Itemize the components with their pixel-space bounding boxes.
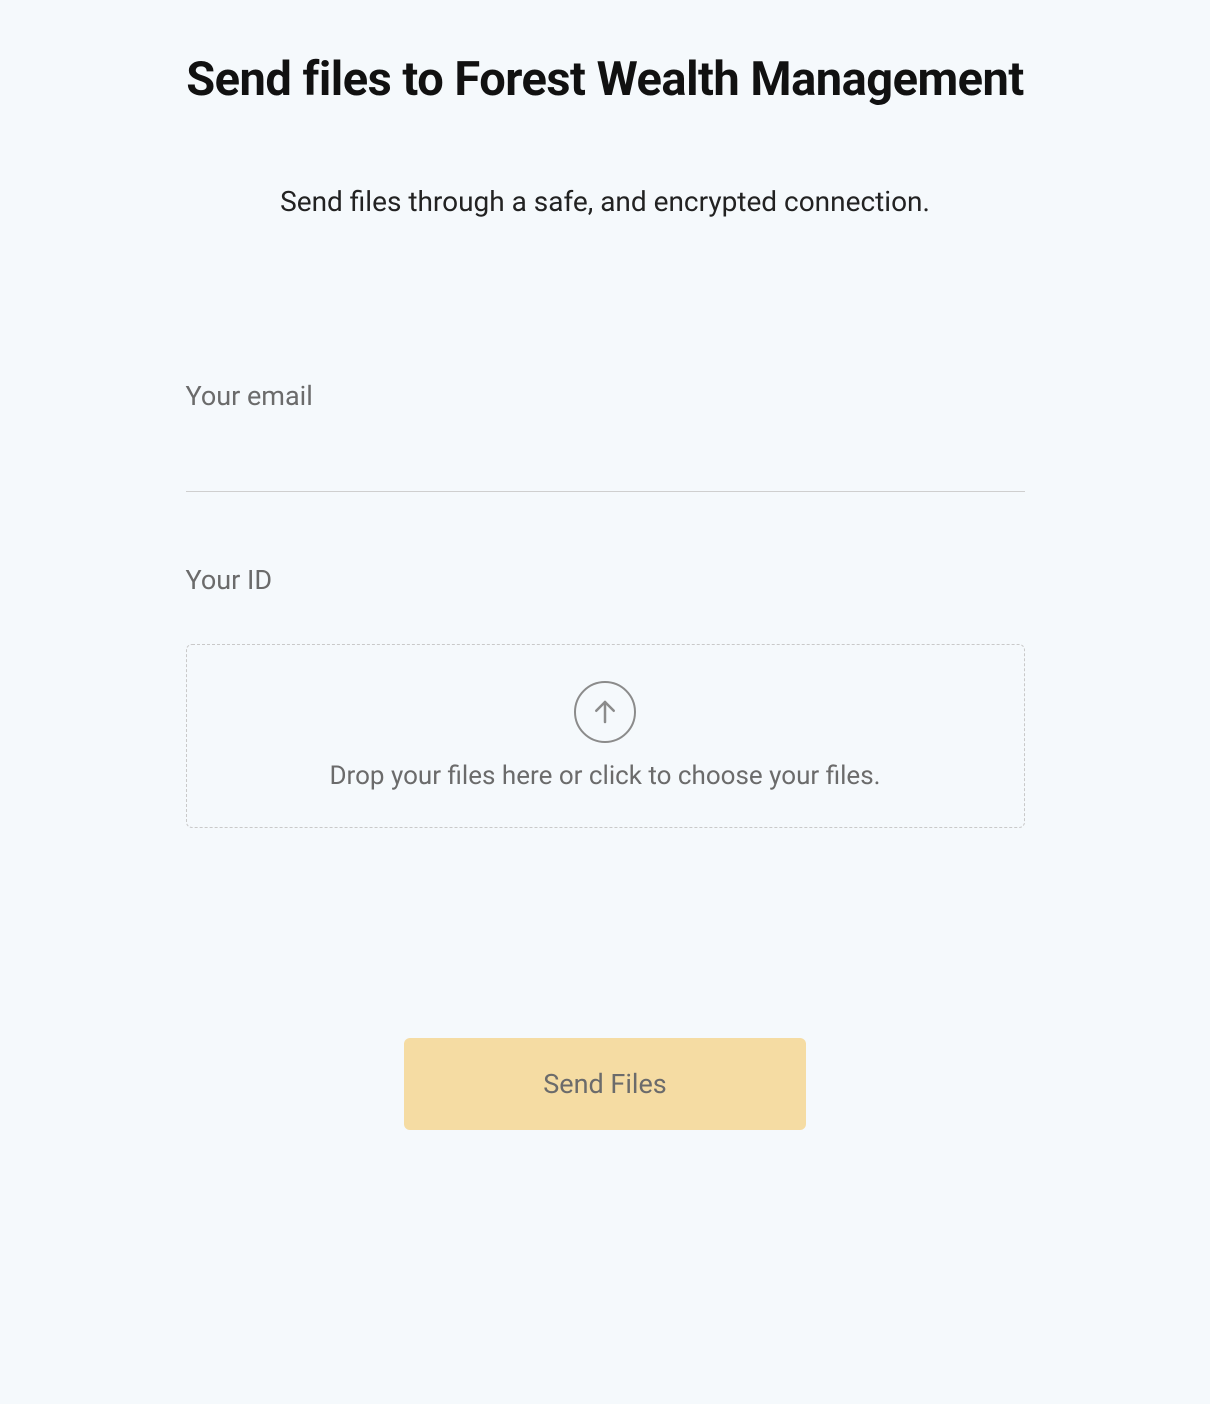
email-input[interactable] (186, 420, 1025, 492)
id-label: Your ID (186, 564, 1025, 596)
file-dropzone[interactable]: Drop your files here or click to choose … (186, 644, 1025, 828)
page-subtitle: Send files through a safe, and encrypted… (186, 185, 1025, 218)
upload-icon (574, 681, 636, 743)
submit-row: Send Files (186, 1038, 1025, 1130)
email-field-group: Your email (186, 380, 1025, 492)
email-label: Your email (186, 380, 1025, 412)
send-files-button[interactable]: Send Files (404, 1038, 806, 1130)
dropzone-text: Drop your files here or click to choose … (207, 761, 1004, 791)
page-title: Send files to Forest Wealth Management (186, 0, 1025, 107)
id-field-group: Your ID Drop your files here or click to… (186, 564, 1025, 828)
upload-form: Your email Your ID Drop your files here … (186, 380, 1025, 828)
